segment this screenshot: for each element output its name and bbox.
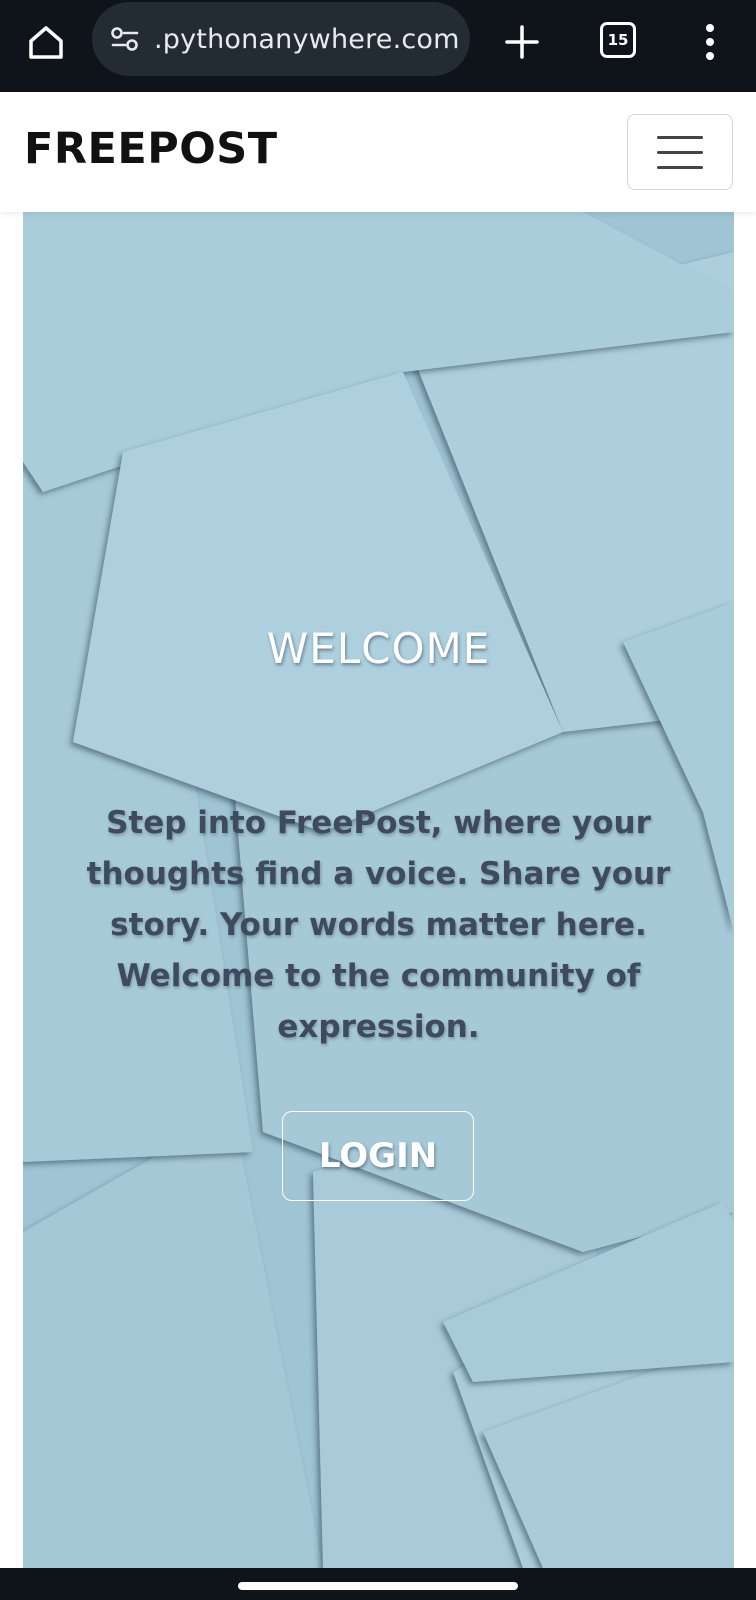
navbar-toggler-button[interactable] [627,114,733,190]
url-text[interactable]: .pythonanywhere.com [154,24,460,55]
hero-content: WELCOME Step into FreePost, where your t… [23,212,734,1568]
tab-switcher-button[interactable]: 15 [600,22,636,58]
home-icon [29,26,63,59]
tab-count: 15 [607,31,629,49]
more-vert-icon[interactable] [690,14,730,70]
address-bar[interactable]: .pythonanywhere.com [92,2,470,76]
hero-intro-text: Step into FreePost, where your thoughts … [86,805,671,1045]
gesture-handle[interactable] [238,1582,518,1590]
site-navbar: FREEPOST [0,92,756,212]
browser-toolbar: .pythonanywhere.com 15 [0,0,756,92]
new-tab-button[interactable] [498,18,546,66]
hero-title: WELCOME [266,624,491,673]
plus-icon [505,25,539,59]
login-button[interactable]: LOGIN [282,1111,474,1201]
tune-icon[interactable] [110,25,140,53]
hero-section: WELCOME Step into FreePost, where your t… [23,212,734,1568]
home-button[interactable] [22,18,70,66]
hamburger-icon [657,135,703,139]
system-navigation-bar [0,1568,756,1600]
page-body: WELCOME Step into FreePost, where your t… [0,212,756,1568]
brand-logo-text[interactable]: FREEPOST [24,124,278,174]
